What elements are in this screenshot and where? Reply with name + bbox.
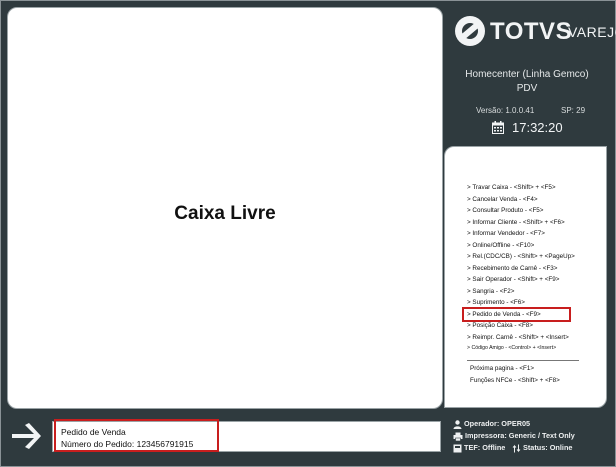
- clock: 17:32:20: [512, 120, 563, 135]
- menu-item-sair-operador[interactable]: > Sair Operador - <Shift> + <F9>: [467, 274, 601, 286]
- menu-item-pedido-de-venda[interactable]: > Pedido de Venda - <F9>: [462, 306, 571, 322]
- totvs-logo-icon: [455, 16, 485, 46]
- menu-item-reimpr-carne[interactable]: > Reimpr. Carnê - <Shift> + <Insert>: [467, 332, 601, 344]
- menu-item-posicao-caixa[interactable]: > Posição Caixa - <F8>: [467, 320, 601, 332]
- version-label: Versão: 1.0.0.41: [476, 106, 535, 115]
- connection-status: Status: Online: [512, 443, 572, 453]
- menu-item-proxima-pagina[interactable]: Próxima pagina - <F1>: [470, 363, 601, 375]
- menu-divider: [467, 359, 579, 361]
- sync-arrows-icon: [512, 444, 521, 453]
- tef-icon: [453, 444, 462, 453]
- printer-label: Impressora: Generic / Text Only: [465, 431, 575, 440]
- printer-icon: [453, 432, 463, 441]
- menu-item-suprimento[interactable]: > Suprimento - <F6>: [467, 297, 601, 309]
- connection-label: Status: Online: [523, 443, 573, 452]
- brand-sub: VAREJO: [568, 24, 616, 40]
- calendar-icon: [492, 121, 504, 134]
- menu-item-informar-cliente[interactable]: > Informar Cliente - <Shift> + <F6>: [467, 217, 601, 229]
- main-display-panel: Caixa Livre: [7, 7, 443, 409]
- sp-label: SP: 29: [561, 106, 586, 115]
- store-name: Homecenter (Linha Gemco): [465, 69, 589, 80]
- order-number: Número do Pedido: 123456791915: [61, 439, 194, 449]
- menu-item-rel-cdc-cb[interactable]: > Rel.(CDC/CB) - <Shift> + <PageUp>: [467, 251, 601, 263]
- menu-item-cancelar-venda[interactable]: > Cancelar Venda - <F4>: [467, 194, 601, 206]
- menu-item-recebimento-carne[interactable]: > Recebimento de Carnê - <F3>: [467, 263, 601, 275]
- tef-status: TEF: Offline: [453, 443, 505, 453]
- menu-item-online-offline[interactable]: > Online/Offline - <F10>: [467, 240, 601, 252]
- tef-label: TEF: Offline: [464, 443, 506, 452]
- store-mode: PDV: [516, 83, 538, 94]
- main-status-title: Caixa Livre: [174, 203, 276, 224]
- arrow-right-icon: [12, 423, 41, 449]
- menu-item-codigo-amigo[interactable]: > Código Amigo - <Control> + <Insert>: [467, 343, 601, 355]
- brand-logo: TOTVS VAREJO: [454, 15, 616, 47]
- order-title: Pedido de Venda: [61, 427, 126, 437]
- printer-status: Impressora: Generic / Text Only: [453, 431, 575, 441]
- operator-status: Operador: OPER05: [453, 419, 530, 429]
- menu-item-consultar-produto[interactable]: > Consultar Produto - <F5>: [467, 205, 601, 217]
- shortcut-menu-panel: > Travar Caixa - <Shift> + <F5> > Cancel…: [444, 146, 607, 408]
- operator-label: Operador: OPER05: [464, 419, 531, 428]
- user-icon: [453, 419, 462, 429]
- menu-item-travar-caixa[interactable]: > Travar Caixa - <Shift> + <F5>: [467, 182, 601, 194]
- shortcut-menu-list: > Travar Caixa - <Shift> + <F5> > Cancel…: [462, 182, 601, 387]
- menu-item-informar-vendedor[interactable]: > Informar Vendedor - <F7>: [467, 228, 601, 240]
- brand-panel: TOTVS VAREJO Homecenter (Linha Gemco) PD…: [444, 7, 616, 142]
- menu-item-funcoes-nfce[interactable]: Funções NFCe - <Shift> + <F8>: [470, 375, 601, 387]
- menu-item-sangria[interactable]: > Sangria - <F2>: [467, 286, 601, 298]
- brand-name: TOTVS: [490, 18, 573, 45]
